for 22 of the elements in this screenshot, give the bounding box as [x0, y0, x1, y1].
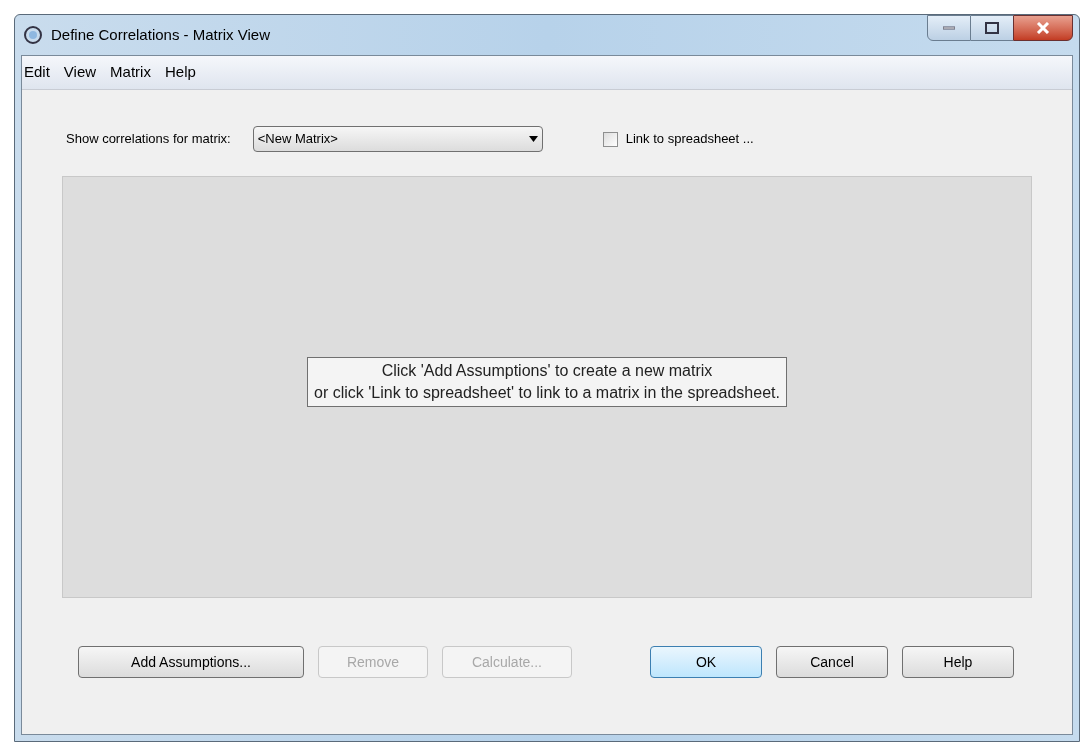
- close-icon: [1036, 22, 1050, 34]
- window-title: Define Correlations - Matrix View: [51, 24, 270, 45]
- close-button[interactable]: [1013, 15, 1073, 41]
- link-checkbox[interactable]: Link to spreadsheet ...: [602, 129, 754, 149]
- message-text: or click 'Link to spreadsheet' to link to a matrix in the spreadsheet.: [314, 383, 780, 403]
- dialog-button[interactable]: Help: [902, 646, 1014, 678]
- menu-item[interactable]: Edit: [24, 61, 50, 84]
- minimize-button[interactable]: [927, 15, 971, 41]
- message-text: Click 'Add Assumptions' to create a new matrix: [381, 361, 713, 381]
- matrix-dropdown[interactable]: <New Matrix>: [252, 126, 543, 152]
- menu-item[interactable]: Matrix: [110, 61, 151, 84]
- maximize-button[interactable]: [971, 15, 1013, 41]
- dialog-button[interactable]: Cancel: [776, 646, 888, 678]
- app-icon: [23, 25, 43, 45]
- minimize-icon: [943, 26, 955, 30]
- menu-item[interactable]: View: [63, 61, 97, 84]
- menu-item[interactable]: Help: [164, 61, 196, 84]
- action-button[interactable]: Add Assumptions...: [78, 646, 304, 678]
- dropdown-arrow-icon: [528, 136, 538, 142]
- maximize-icon: [985, 22, 999, 34]
- matrix-label: Show correlations for matrix:: [66, 130, 231, 149]
- dialog-button[interactable]: OK: [650, 646, 762, 678]
